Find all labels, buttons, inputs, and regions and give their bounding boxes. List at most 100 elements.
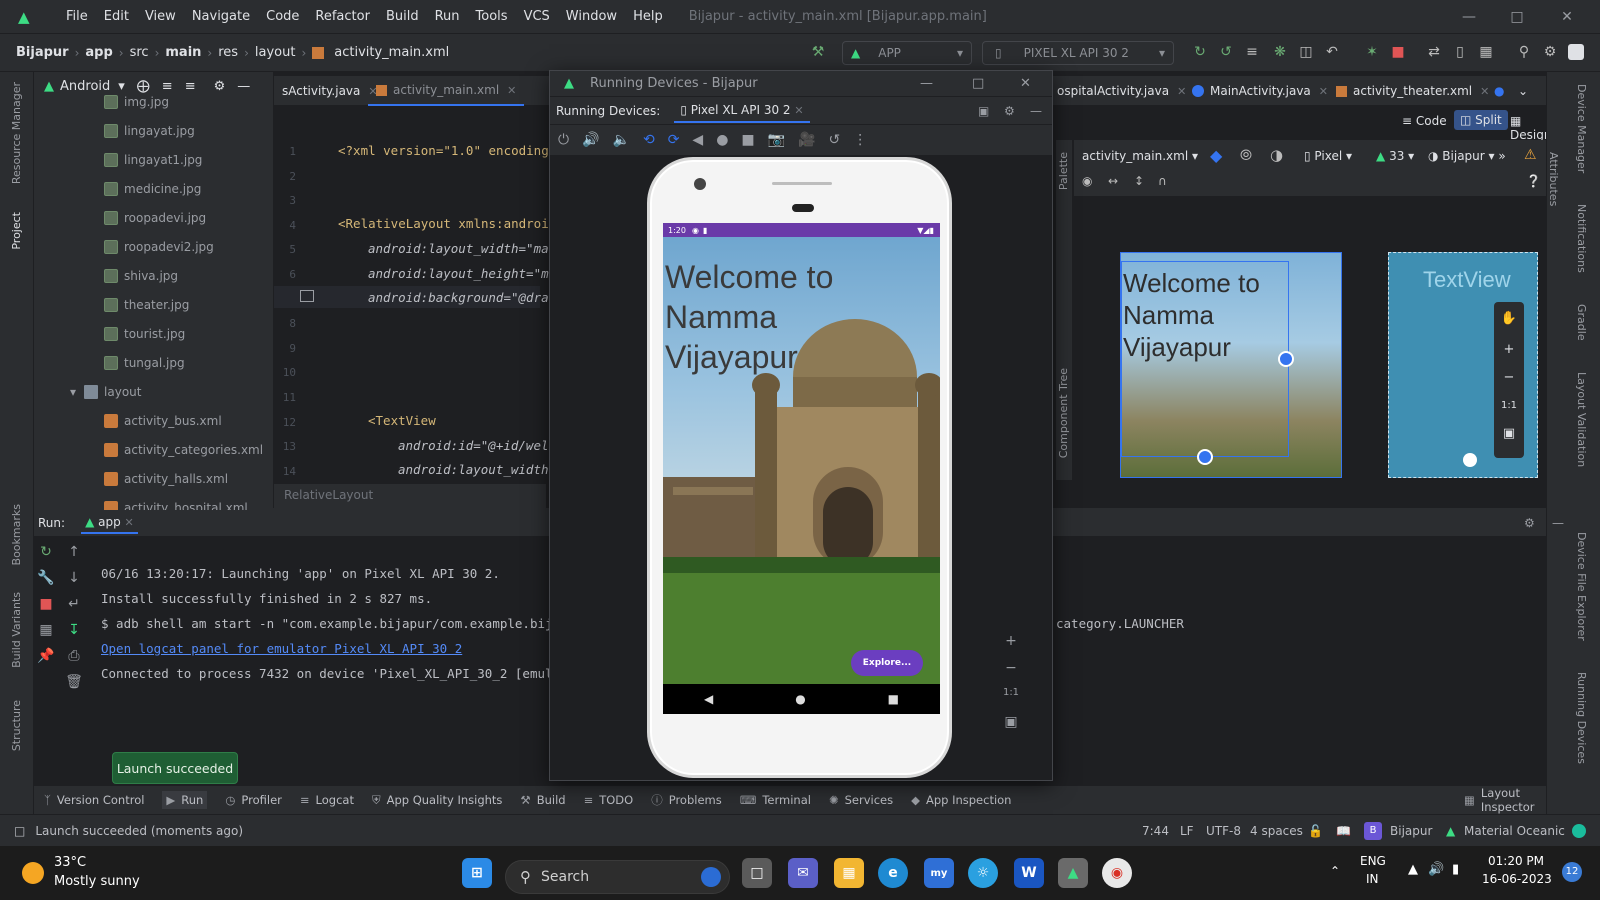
tool-notifications[interactable]: Notifications <box>1575 204 1588 273</box>
tree-item[interactable]: activity_categories.xml <box>34 435 263 464</box>
language-label[interactable]: ENG <box>1360 854 1386 868</box>
layout-icon[interactable]: ▦ <box>36 622 56 638</box>
running-devices-titlebar[interactable]: ▲ Running Devices - Bijapur — □ ✕ <box>550 71 1052 97</box>
more-icon[interactable]: ⋮ <box>853 132 867 148</box>
design-preview-layout[interactable]: Welcome to Namma Vijayapur <box>1120 252 1342 478</box>
task-view-icon[interactable]: □ <box>742 858 772 888</box>
warning-icon[interactable]: ⚠ <box>1524 147 1537 163</box>
print-icon[interactable]: ⎙ <box>64 648 84 664</box>
editor-breadcrumb[interactable]: RelativeLayout <box>274 484 546 508</box>
tool-todo[interactable]: ≡ TODO <box>584 793 634 807</box>
code-line-12[interactable]: <TextView <box>368 413 436 428</box>
gear-icon[interactable]: ⚙ <box>214 79 226 94</box>
pan-hand-icon[interactable]: ✋ <box>1494 302 1524 336</box>
status-message[interactable]: Launch succeeded (moments ago) <box>35 824 243 838</box>
phone-screen[interactable]: 1:20 ◉ ▮ ▼◢▮ Welcome to Namma Vijayapur … <box>663 223 940 714</box>
close-icon[interactable]: ✕ <box>507 84 516 97</box>
view-mode-split[interactable]: ◫ Split <box>1454 110 1508 130</box>
teams-chat-icon[interactable]: ✉ <box>788 858 818 888</box>
gear-icon[interactable]: ⚙ <box>1524 516 1535 530</box>
windows-start-icon[interactable]: ⊞ <box>462 858 492 888</box>
close-icon[interactable]: ✕ <box>1020 76 1031 91</box>
orientation-icon[interactable]: ⦾ <box>1240 146 1252 164</box>
horizontal-arrows-icon[interactable]: ↔ <box>1108 174 1118 188</box>
tree-item[interactable]: medicine.jpg <box>34 174 201 203</box>
tool-component-tree[interactable]: Component Tree <box>1057 368 1070 458</box>
zoom-actual-size-icon[interactable]: 1:1 <box>1494 392 1524 420</box>
arrow-up-icon[interactable]: ↑ <box>64 544 84 560</box>
indent-setting[interactable]: 4 spaces <box>1250 824 1303 838</box>
tree-item[interactable]: roopadevi2.jpg <box>34 232 214 261</box>
device-preview-select[interactable]: ▯ Pixel ▾ <box>1304 149 1352 163</box>
search-icon[interactable]: ⚲ <box>1514 42 1534 62</box>
code-line-4[interactable]: <RelativeLayout xmlns:androi <box>338 216 549 231</box>
stop-icon[interactable]: ■ <box>36 596 56 612</box>
file-explorer-icon[interactable]: ▦ <box>834 858 864 888</box>
code-line-6[interactable]: android:layout_height="m <box>368 266 549 281</box>
make-project-hammer-icon[interactable]: ⚒ <box>808 42 828 62</box>
zoom-out-icon[interactable]: − <box>998 660 1024 687</box>
trash-icon[interactable]: 🗑 <box>64 674 84 690</box>
caret-position[interactable]: 7:44 <box>1142 824 1169 838</box>
vertical-arrows-icon[interactable]: ↕ <box>1134 174 1144 188</box>
profile-icon[interactable]: ↶ <box>1322 42 1342 62</box>
close-icon[interactable]: ✕ <box>794 104 803 117</box>
close-icon[interactable]: ✕ <box>1544 0 1590 34</box>
tree-item[interactable]: lingayat1.jpg <box>34 145 202 174</box>
coverage-icon[interactable]: ◫ <box>1296 42 1316 62</box>
home-icon[interactable]: ● <box>716 132 728 148</box>
menu-build[interactable]: Build <box>378 9 427 24</box>
clock-time[interactable]: 01:20 PM <box>1488 854 1544 868</box>
menu-refactor[interactable]: Refactor <box>307 9 378 24</box>
attach-debugger-icon[interactable]: ✶ <box>1362 42 1382 62</box>
close-icon[interactable]: ✕ <box>1319 85 1328 98</box>
breadcrumb-project[interactable]: Bijapur <box>10 45 75 60</box>
run-tab-app[interactable]: ▲ app ✕ <box>81 512 138 534</box>
settings-gear-icon[interactable]: ⚙ <box>1540 42 1560 62</box>
mysql-workbench-icon[interactable]: my <box>924 858 954 888</box>
pin-icon[interactable]: 📌 <box>36 648 56 664</box>
rotate-right-icon[interactable]: ⟳ <box>668 132 680 148</box>
chevron-down-icon[interactable]: ▾ <box>70 385 76 399</box>
breadcrumb-file[interactable]: activity_main.xml <box>328 45 455 60</box>
tab-hospital-activity[interactable]: ospitalActivity.java ✕ <box>1049 76 1194 106</box>
code-line-14[interactable]: android:layout_width <box>398 462 549 477</box>
tool-services[interactable]: ✺ Services <box>829 793 893 807</box>
tool-layout-inspector[interactable]: ▦ Layout Inspector <box>1464 786 1535 814</box>
sync-gradle-icon[interactable]: ⇄ <box>1424 42 1444 62</box>
explore-button[interactable]: Explore... <box>851 650 923 676</box>
night-mode-icon[interactable]: ◑ <box>1270 146 1283 164</box>
scroll-to-end-icon[interactable]: ↧ <box>64 622 84 638</box>
zoom-in-icon[interactable]: + <box>1494 336 1524 364</box>
volume-down-icon[interactable]: 🔈 <box>613 132 630 148</box>
view-mode-code[interactable]: ≡ Code <box>1402 114 1447 128</box>
eclipse-icon[interactable]: ☼ <box>968 858 998 888</box>
close-icon[interactable]: ✕ <box>125 516 134 529</box>
breadcrumb-main[interactable]: main <box>159 45 207 60</box>
battery-icon[interactable]: ▮ <box>1452 862 1459 877</box>
eye-icon[interactable]: ◉ <box>1082 174 1092 188</box>
tree-item[interactable]: tourist.jpg <box>34 319 185 348</box>
tree-item[interactable]: lingayat.jpg <box>34 116 195 145</box>
api-level-select[interactable]: ▲ 33 ▾ <box>1376 149 1414 163</box>
word-icon[interactable]: W <box>1014 858 1044 888</box>
run-config-select[interactable]: ▲ APP ▾ <box>842 41 972 65</box>
volume-icon[interactable]: 🔊 <box>1428 862 1444 877</box>
camera-icon[interactable]: 📷 <box>768 132 785 148</box>
tool-palette[interactable]: Palette <box>1057 152 1070 190</box>
apply-code-changes-icon[interactable]: ≡ <box>1242 42 1262 62</box>
menu-code[interactable]: Code <box>258 9 307 24</box>
line-separator[interactable]: LF <box>1180 824 1194 838</box>
recents-icon[interactable]: ■ <box>888 692 899 706</box>
help-icon[interactable]: ❔ <box>1526 174 1541 188</box>
menu-vcs[interactable]: VCS <box>516 9 558 24</box>
region-label[interactable]: IN <box>1366 872 1379 886</box>
tool-resource-manager[interactable]: Resource Manager <box>10 82 23 184</box>
hide-icon[interactable]: — <box>237 79 250 94</box>
book-icon[interactable]: 📖 <box>1336 824 1351 838</box>
menu-file[interactable]: File <box>58 9 96 24</box>
tool-build[interactable]: ⚒ Build <box>520 793 565 807</box>
tool-running-devices[interactable]: Running Devices <box>1575 672 1588 764</box>
code-line-13[interactable]: android:id="@+id/wel <box>398 438 549 453</box>
wifi-icon[interactable]: ▲ <box>1408 862 1418 877</box>
